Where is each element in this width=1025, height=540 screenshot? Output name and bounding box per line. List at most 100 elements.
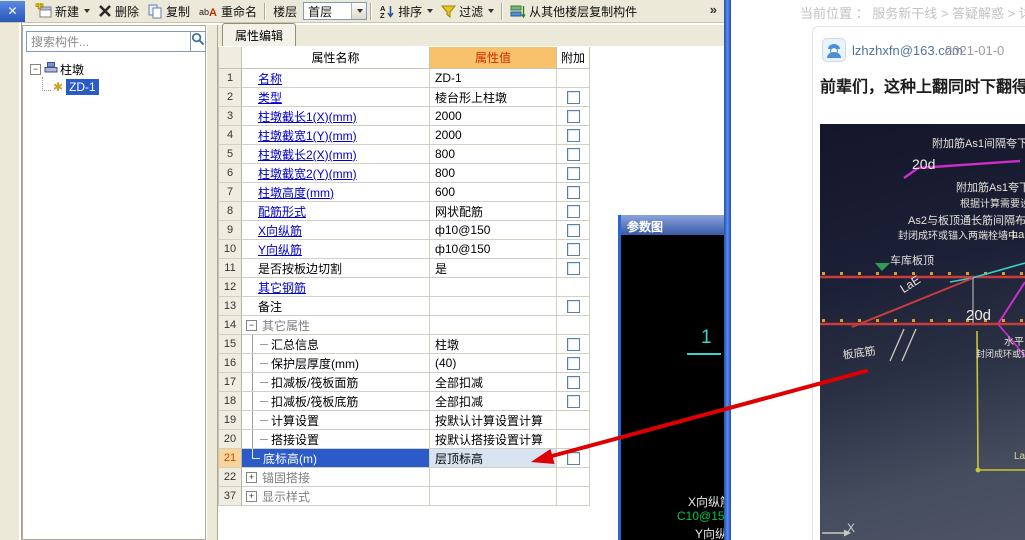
property-name[interactable]: Y向纵筋 [258, 241, 302, 258]
property-value-cell[interactable]: 800 [430, 164, 557, 183]
table-row[interactable]: 37 + 显示样式 [218, 487, 590, 506]
property-name-cell[interactable]: − 其它属性 [242, 316, 430, 335]
table-row[interactable]: 9 X向纵筋 ф10@150 [218, 221, 590, 240]
toolbar-overflow-chevron[interactable]: » [710, 2, 717, 17]
attach-checkbox[interactable] [566, 128, 580, 142]
property-name-cell[interactable]: 计算设置 [242, 411, 430, 430]
property-name-cell[interactable]: 柱墩截长2(X)(mm) [242, 145, 430, 164]
property-name-cell[interactable]: 类型 [242, 88, 430, 107]
table-row[interactable]: 3 柱墩截长1(X)(mm) 2000 [218, 107, 590, 126]
property-name[interactable]: 柱墩截长1(X)(mm) [258, 108, 357, 125]
property-value-cell[interactable]: 800 [430, 145, 557, 164]
property-name[interactable]: 柱墩截宽1(Y)(mm) [258, 127, 357, 144]
attach-checkbox[interactable] [566, 185, 580, 199]
property-value-cell[interactable]: 层顶标高 [430, 449, 557, 468]
table-row[interactable]: 10 Y向纵筋 ф10@150 [218, 240, 590, 259]
property-name-cell[interactable]: 柱墩截宽1(Y)(mm) [242, 126, 430, 145]
parameter-diagram-titlebar[interactable]: 参数图 [621, 215, 726, 235]
property-value-cell[interactable] [430, 468, 557, 487]
tree-node-zd1[interactable]: ✱ ZD-1 [39, 76, 203, 96]
copy-button[interactable]: 复制 [143, 1, 194, 22]
collapse-icon[interactable]: − [246, 319, 257, 331]
attach-checkbox[interactable] [566, 166, 580, 180]
search-button[interactable] [191, 31, 206, 52]
tree-node-pier[interactable]: − 柱墩 [25, 60, 203, 78]
table-row[interactable]: 18 扣减板/筏板底筋 全部扣减 [218, 392, 590, 411]
table-row[interactable]: 8 配筋形式 网状配筋 [218, 202, 590, 221]
attach-checkbox[interactable] [566, 375, 580, 389]
attach-checkbox[interactable] [566, 223, 580, 237]
table-row[interactable]: 1 名称 ZD-1 [218, 69, 590, 88]
filter-button[interactable]: 过滤 [437, 1, 498, 22]
property-name[interactable]: 配筋形式 [258, 203, 306, 220]
property-value-cell[interactable] [430, 297, 557, 316]
expand-icon[interactable]: + [246, 471, 257, 483]
property-name-cell[interactable]: 汇总信息 [242, 335, 430, 354]
post-title[interactable]: 前辈们，这种上翻同时下翻得 [820, 73, 1025, 97]
attach-checkbox[interactable] [566, 90, 580, 104]
table-row[interactable]: 17 扣减板/筏板面筋 全部扣减 [218, 373, 590, 392]
property-name-cell[interactable]: 其它钢筋 [242, 278, 430, 297]
attach-checkbox[interactable] [566, 204, 580, 218]
attach-checkbox[interactable] [566, 242, 580, 256]
property-value-cell[interactable]: 棱台形上柱墩 [430, 88, 557, 107]
table-row[interactable]: 12 其它钢筋 [218, 278, 590, 297]
floor-combobox[interactable]: 首层 [303, 2, 368, 20]
sort-button[interactable]: A Z 排序 [375, 1, 437, 22]
property-name-cell[interactable]: 柱墩截宽2(Y)(mm) [242, 164, 430, 183]
property-name-cell[interactable]: 保护层厚度(mm) [242, 354, 430, 373]
property-value-cell[interactable]: (40) [430, 354, 557, 373]
property-name-cell[interactable]: 扣减板/筏板底筋 [242, 392, 430, 411]
property-name-cell[interactable]: 扣减板/筏板面筋 [242, 373, 430, 392]
property-name[interactable]: X向纵筋 [258, 222, 302, 239]
table-row[interactable]: 6 柱墩截宽2(Y)(mm) 800 [218, 164, 590, 183]
parameter-diagram-canvas[interactable]: 1 X向纵筋 C10@150 Y向纵筋 [621, 235, 726, 540]
property-value-cell[interactable]: ф10@150 [430, 240, 557, 259]
table-row[interactable]: 5 柱墩截长2(X)(mm) 800 [218, 145, 590, 164]
table-row[interactable]: 21 底标高(m) 层顶标高 [218, 449, 590, 468]
table-row[interactable]: 16 保护层厚度(mm) (40) [218, 354, 590, 373]
attach-checkbox[interactable] [566, 394, 580, 408]
property-value-cell[interactable]: 600 [430, 183, 557, 202]
property-value-cell[interactable]: 按默认计算设置计算 [430, 411, 557, 430]
attach-checkbox[interactable] [566, 109, 580, 123]
property-name[interactable]: 柱墩截宽2(Y)(mm) [258, 165, 357, 182]
property-value-cell[interactable]: 2000 [430, 107, 557, 126]
panel-splitter[interactable] [206, 25, 218, 540]
property-value-cell[interactable]: 按默认搭接设置计算 [430, 430, 557, 449]
property-value-cell[interactable]: 全部扣减 [430, 392, 557, 411]
breadcrumb[interactable]: 当前位置 ： 服务新干线 > 答疑解惑 > 详 [800, 3, 1025, 22]
tree-collapse-icon[interactable]: − [30, 63, 41, 75]
property-value-cell[interactable]: 柱墩 [430, 335, 557, 354]
property-value-cell[interactable]: 是 [430, 259, 557, 278]
table-row[interactable]: 13 备注 [218, 297, 590, 316]
tab-property-edit[interactable]: 属性编辑 [222, 23, 297, 46]
attach-checkbox[interactable] [566, 299, 580, 313]
property-name[interactable]: 名称 [258, 70, 282, 87]
search-input[interactable] [26, 31, 191, 52]
property-value-cell[interactable]: 2000 [430, 126, 557, 145]
post-image[interactable]: 附加筋As1间隔夸下 20d 附加筋As1夸下TW 根据计算需要设置 As2与板顶通长筋… [820, 124, 1025, 540]
attach-checkbox[interactable] [566, 147, 580, 161]
tree-node-label-selected[interactable]: ZD-1 [66, 79, 99, 95]
attach-checkbox[interactable] [566, 261, 580, 275]
property-value-cell[interactable] [430, 487, 557, 506]
property-name-cell[interactable]: + 显示样式 [242, 487, 430, 506]
property-name[interactable]: 柱墩高度(mm) [258, 184, 334, 201]
table-row[interactable]: 14− 其它属性 [218, 316, 590, 335]
table-row[interactable]: 7 柱墩高度(mm) 600 [218, 183, 590, 202]
attach-checkbox[interactable] [566, 356, 580, 370]
property-name-cell[interactable]: 底标高(m) [242, 449, 430, 468]
property-name-cell[interactable]: Y向纵筋 [242, 240, 430, 259]
property-name-cell[interactable]: 配筋形式 [242, 202, 430, 221]
property-value-cell[interactable]: 网状配筋 [430, 202, 557, 221]
expand-icon[interactable]: + [246, 490, 257, 502]
table-row[interactable]: 15 汇总信息 柱墩 [218, 335, 590, 354]
table-row[interactable]: 22 + 锚固搭接 [218, 468, 590, 487]
tree-node-label[interactable]: 柱墩 [58, 61, 86, 78]
attach-checkbox[interactable] [566, 337, 580, 351]
rename-button[interactable]: ab A 重命名 [194, 1, 261, 22]
property-name-cell[interactable]: + 锚固搭接 [242, 468, 430, 487]
property-name-cell[interactable]: 柱墩高度(mm) [242, 183, 430, 202]
table-row[interactable]: 2 类型 棱台形上柱墩 [218, 88, 590, 107]
